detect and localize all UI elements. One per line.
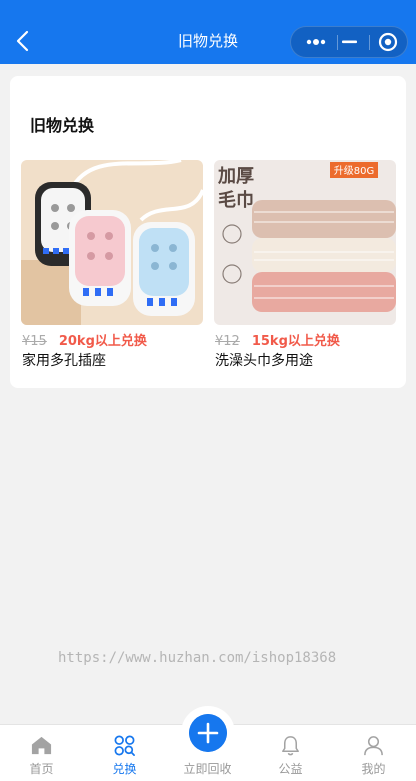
exchange-condition: 15kg以上兑换 xyxy=(251,334,340,349)
capsule-divider xyxy=(369,35,370,50)
minimize-icon[interactable] xyxy=(340,27,360,57)
user-icon xyxy=(364,736,383,756)
exchange-card: 旧物兑换 ¥15 20kg以上兑换 家用多孔插座 加厚 毛巾 升级80G ¥12… xyxy=(10,76,406,388)
exchange-condition: 20kg以上兑换 xyxy=(58,334,147,349)
tab-label: 公益 xyxy=(278,762,303,776)
price-row: ¥12 15kg以上兑换 xyxy=(215,330,340,349)
tab-charity[interactable]: 公益 xyxy=(249,725,332,781)
tab-label: 兑换 xyxy=(112,762,137,776)
capsule-divider xyxy=(337,35,338,50)
upgrade-badge: 升级80G xyxy=(334,165,374,177)
tab-mine[interactable]: 我的 xyxy=(332,725,415,781)
product-name: 家用多孔插座 xyxy=(22,353,106,369)
product-image: 加厚 毛巾 升级80G xyxy=(214,160,396,325)
price-row: ¥15 20kg以上兑换 xyxy=(22,330,147,349)
exchange-icon xyxy=(114,735,135,756)
plus-icon[interactable] xyxy=(189,714,227,752)
mini-program-capsule xyxy=(290,26,408,58)
navigation-bar: 旧物兑换 xyxy=(0,0,416,64)
tab-home[interactable]: 首页 xyxy=(0,725,83,781)
target-close-icon[interactable] xyxy=(374,27,402,57)
tab-label: 首页 xyxy=(29,762,54,776)
tab-label: 我的 xyxy=(361,762,386,776)
product-item-power-strip[interactable]: ¥15 20kg以上兑换 家用多孔插座 xyxy=(21,160,203,369)
original-price: ¥15 xyxy=(22,334,47,349)
image-caption-line2: 毛巾 xyxy=(218,189,254,211)
section-title: 旧物兑换 xyxy=(30,116,95,135)
tab-exchange[interactable]: 兑换 xyxy=(83,725,166,781)
home-icon xyxy=(31,736,52,755)
original-price: ¥12 xyxy=(215,334,240,349)
watermark: https://www.huzhan.com/ishop18368 xyxy=(58,650,337,666)
more-dots-icon[interactable] xyxy=(299,27,333,57)
bell-icon xyxy=(282,736,299,756)
image-caption-line1: 加厚 xyxy=(217,166,254,187)
page-body: 旧物兑换 ¥15 20kg以上兑换 家用多孔插座 加厚 毛巾 升级80G ¥12… xyxy=(0,64,416,724)
tab-label: 立即回收 xyxy=(183,762,232,776)
product-name: 洗澡头巾多用途 xyxy=(215,353,313,369)
product-image xyxy=(21,160,203,325)
product-item-towel[interactable]: 加厚 毛巾 升级80G ¥12 15kg以上兑换 洗澡头巾多用途 xyxy=(214,160,396,369)
